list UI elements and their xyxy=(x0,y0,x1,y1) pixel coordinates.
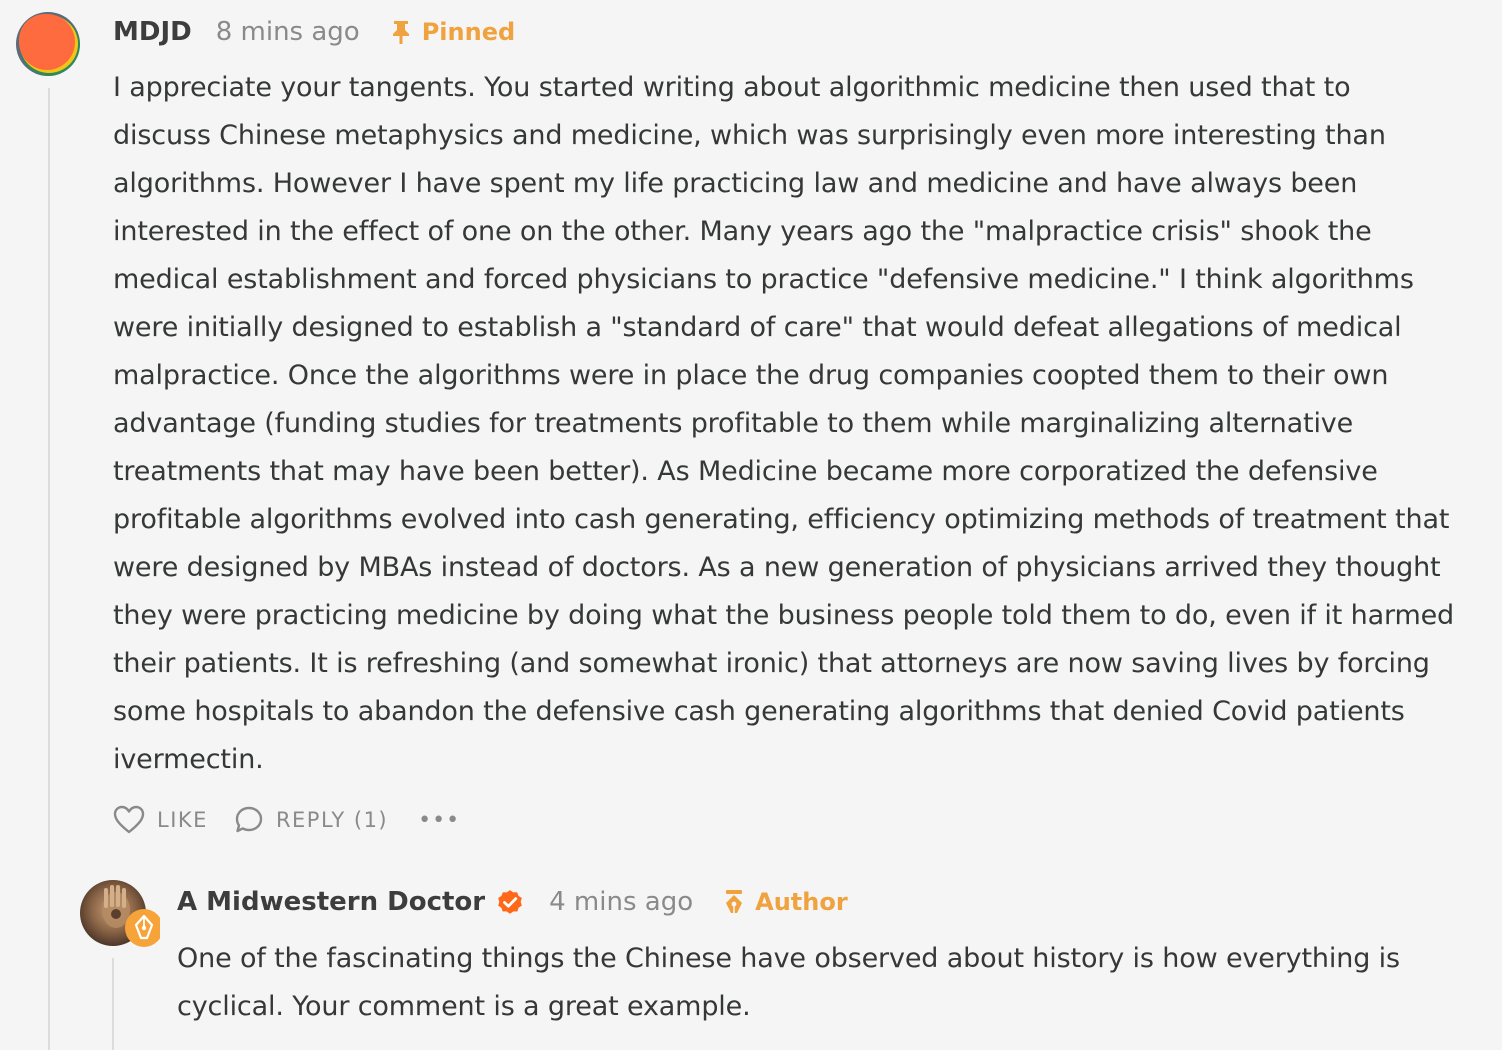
heart-icon xyxy=(113,805,145,834)
author-label: Author xyxy=(755,888,848,916)
avatar-image xyxy=(16,12,80,76)
pinned-badge: Pinned xyxy=(390,18,515,46)
pen-nib-icon xyxy=(726,890,743,913)
reply-avatar-image xyxy=(80,880,163,947)
like-label: LIKE xyxy=(157,808,208,832)
reply-timestamp[interactable]: 4 mins ago xyxy=(549,887,693,917)
ellipsis-icon[interactable]: ••• xyxy=(418,808,460,833)
pinned-label: Pinned xyxy=(421,18,516,46)
comment-author-name[interactable]: MDJD xyxy=(113,17,192,47)
checkmark-badge-icon xyxy=(495,887,525,917)
pin-icon xyxy=(392,21,409,44)
comment-body: I appreciate your tangents. You started … xyxy=(113,72,1455,775)
reply-button[interactable]: REPLY (1) xyxy=(234,805,388,835)
reply-body: One of the fascinating things the Chines… xyxy=(177,943,1400,1022)
speech-bubble-icon xyxy=(235,806,263,833)
reply-label: REPLY (1) xyxy=(275,808,389,832)
like-button[interactable]: LIKE xyxy=(113,805,208,835)
reply-avatar[interactable] xyxy=(80,880,163,947)
comment-actions: LIKE REPLY (1) ••• xyxy=(113,801,460,839)
avatar[interactable] xyxy=(16,12,80,76)
reply-header: A Midwestern Doctor 4 mins ago Author xyxy=(177,880,848,924)
reply-thread-line xyxy=(112,958,114,1050)
comment-timestamp[interactable]: 8 mins ago xyxy=(216,17,360,47)
reply-author-name[interactable]: A Midwestern Doctor xyxy=(177,887,485,917)
author-badge: Author xyxy=(723,888,848,916)
comment-header: MDJD 8 mins ago Pinned xyxy=(113,12,515,52)
comment-thread-line xyxy=(48,88,50,1050)
